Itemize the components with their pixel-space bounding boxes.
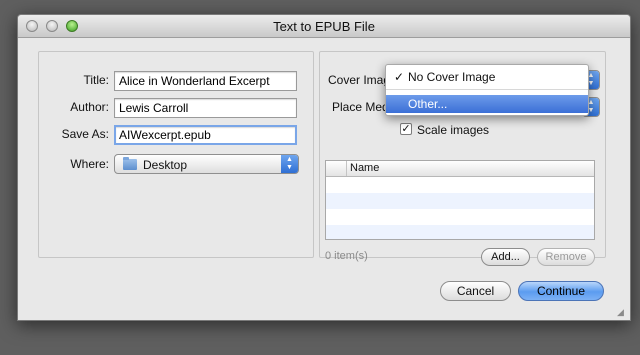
cover-image-label: Cover Imag (328, 73, 391, 87)
where-value: Desktop (143, 158, 188, 172)
title-field[interactable] (114, 71, 297, 91)
media-table[interactable]: Name (325, 160, 595, 240)
remove-button[interactable]: Remove (537, 248, 595, 266)
title-bar[interactable]: Text to EPUB File (18, 15, 630, 38)
folder-icon (123, 157, 137, 170)
dialog-window: Text to EPUB File Title: Author: Save As… (17, 14, 631, 321)
cover-image-menu: ✓ No Cover Image Other... (385, 64, 589, 116)
save-as-field[interactable] (114, 125, 297, 145)
title-label: Title: (83, 73, 109, 87)
name-column-header[interactable]: Name (350, 162, 379, 174)
save-as-label: Save As: (61, 127, 109, 141)
table-row (326, 225, 594, 239)
menu-item-label: No Cover Image (408, 70, 496, 84)
item-count: 0 item(s) (325, 250, 368, 262)
table-row (326, 177, 594, 193)
updown-arrows-icon: ▲ ▼ (281, 155, 298, 173)
where-popup[interactable]: Desktop ▲ ▼ (114, 154, 299, 174)
window-title: Text to EPUB File (273, 19, 375, 34)
add-button[interactable]: Add... (481, 248, 530, 266)
menu-item-label: Other... (408, 97, 448, 111)
menu-separator (386, 89, 588, 90)
checkmark-icon: ✓ (394, 70, 405, 84)
table-row (326, 193, 594, 209)
scale-images-label: Scale images (417, 123, 490, 137)
table-header: Name (326, 161, 594, 177)
place-media-label: Place Medi (332, 100, 392, 114)
cancel-button[interactable]: Cancel (440, 281, 511, 301)
resize-grip-icon[interactable]: ◢ (617, 307, 627, 317)
table-row (326, 209, 594, 225)
menu-item-no-cover-image[interactable]: ✓ No Cover Image (386, 68, 588, 86)
checkmark-icon: ✓ (401, 123, 411, 135)
where-label: Where: (70, 157, 109, 171)
menu-item-other[interactable]: Other... (386, 95, 588, 113)
scale-images-checkbox[interactable]: ✓ (400, 123, 412, 135)
author-field[interactable] (114, 98, 297, 118)
author-label: Author: (70, 100, 109, 114)
metadata-panel: Title: Author: Save As: Where: Desktop ▲… (38, 51, 314, 258)
table-header-blank (326, 161, 347, 176)
continue-button[interactable]: Continue (518, 281, 604, 301)
